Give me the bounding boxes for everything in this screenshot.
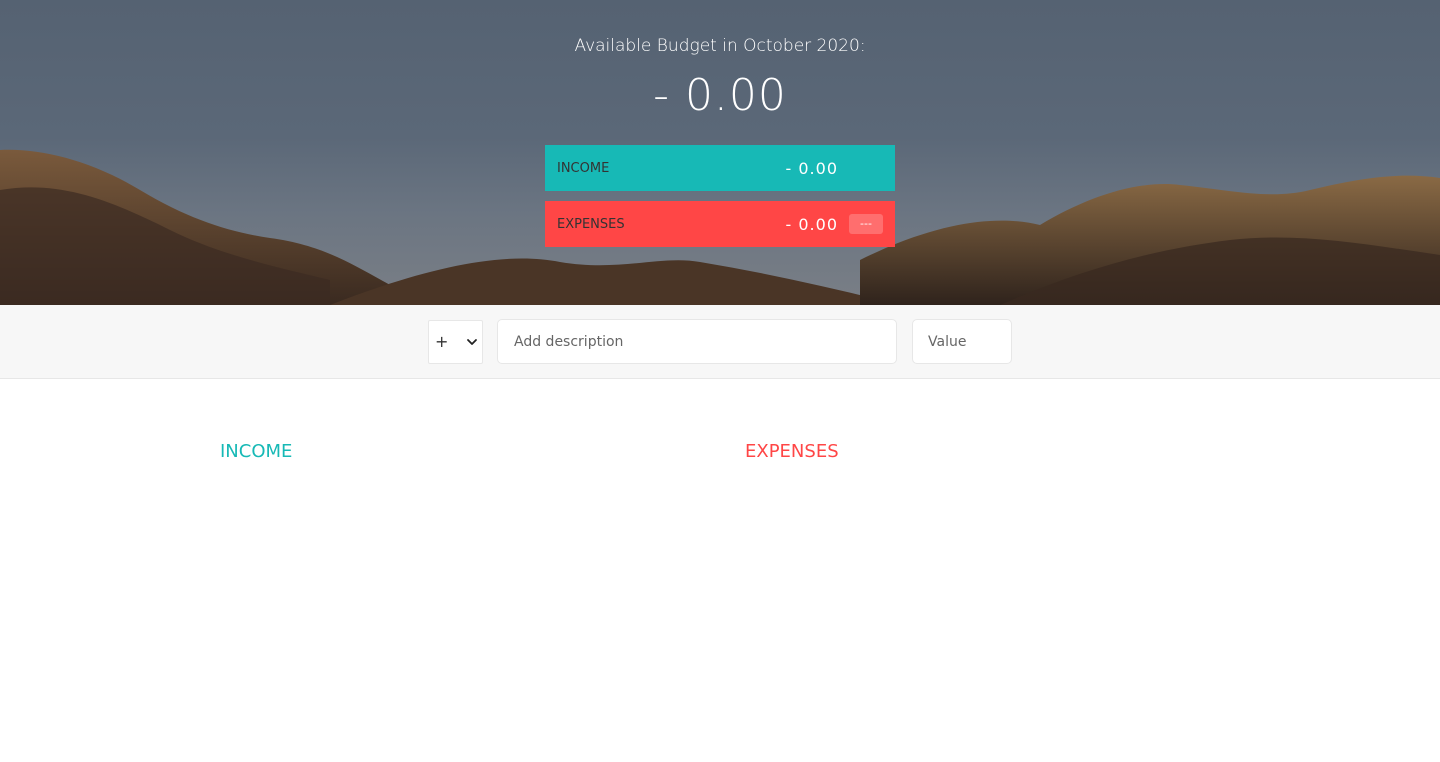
chevron-down-icon <box>467 338 477 345</box>
income-list-title: Income <box>220 441 293 462</box>
budget-value: - 0.00 <box>653 70 787 121</box>
value-input[interactable] <box>912 319 1012 364</box>
description-input[interactable] <box>497 319 897 364</box>
income-summary-label: Income <box>557 160 610 176</box>
add-item-bar: + <box>0 305 1440 379</box>
expenses-percentage-badge: --- <box>849 214 883 234</box>
income-summary: Income - 0.00 <box>545 145 895 191</box>
expenses-summary: Expenses - 0.00 --- <box>545 201 895 247</box>
budget-title: Available Budget in October 2020: <box>574 36 866 56</box>
expenses-summary-value: - 0.00 <box>785 214 838 234</box>
lists-container: Income Expenses <box>0 379 1440 762</box>
type-select[interactable]: + <box>428 319 483 364</box>
expenses-list-title: Expenses <box>745 441 839 462</box>
type-select-value: + <box>435 332 449 351</box>
income-summary-value: - 0.00 <box>785 158 838 178</box>
expenses-summary-label: Expenses <box>557 216 625 232</box>
budget-header: Available Budget in October 2020: - 0.00… <box>0 0 1440 305</box>
budget-panel: Available Budget in October 2020: - 0.00… <box>545 0 895 247</box>
